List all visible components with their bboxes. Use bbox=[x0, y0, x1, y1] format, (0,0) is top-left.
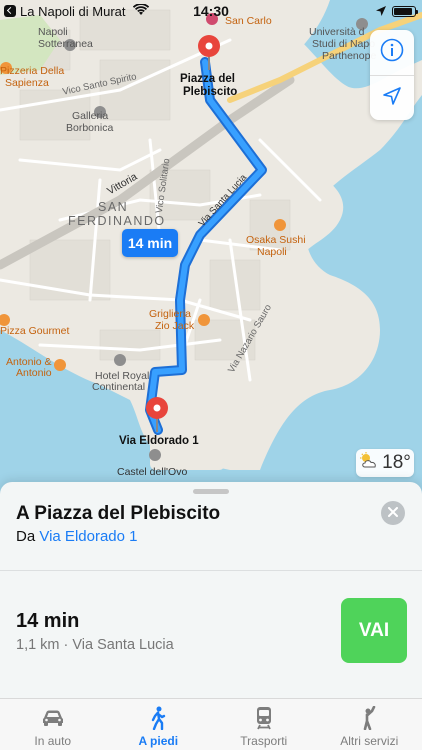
navigation-arrow-icon bbox=[382, 86, 402, 111]
close-icon bbox=[388, 504, 398, 522]
track-location-button[interactable] bbox=[370, 76, 414, 121]
car-icon bbox=[41, 706, 65, 730]
destination-pin-label-2[interactable]: Plebiscito bbox=[183, 85, 237, 99]
tab-more-services-label: Altri servizi bbox=[340, 734, 399, 748]
tab-drive[interactable]: In auto bbox=[0, 699, 106, 750]
partly-cloudy-icon bbox=[359, 452, 379, 474]
map-label-universita: Università d bbox=[309, 26, 365, 38]
weather-widget[interactable]: 18° bbox=[356, 449, 414, 477]
battery-fill bbox=[394, 8, 412, 15]
go-button[interactable]: VAI bbox=[341, 598, 407, 663]
close-button[interactable] bbox=[381, 501, 405, 525]
wifi-icon bbox=[132, 2, 149, 19]
train-icon bbox=[255, 706, 273, 730]
route-eta: 14 min bbox=[16, 610, 80, 632]
tab-walk[interactable]: A piedi bbox=[106, 699, 212, 750]
map-label-galleria: Galleria bbox=[72, 110, 109, 122]
map-label-parthenope: Parthenope bbox=[322, 50, 377, 62]
tab-walk-label: A piedi bbox=[138, 734, 179, 748]
map-label-griglieria: Griglieria bbox=[149, 308, 192, 320]
go-label: VAI bbox=[358, 619, 390, 641]
origin-prefix: Da bbox=[16, 528, 36, 545]
back-app-name: La Napoli di Murat bbox=[20, 3, 126, 19]
destination-pin-label[interactable]: Piazza del bbox=[180, 72, 235, 86]
hailing-person-icon bbox=[360, 706, 378, 730]
back-to-app[interactable]: La Napoli di Murat bbox=[0, 2, 150, 19]
map-label-osaka-napoli: Napoli bbox=[257, 246, 287, 258]
map-label-sapienza: Sapienza bbox=[5, 77, 49, 89]
location-arrow-icon bbox=[376, 4, 386, 19]
sheet-divider bbox=[0, 570, 422, 571]
tab-drive-label: In auto bbox=[34, 734, 72, 748]
map-label-castel-dell-ovo: Castel dell'Ovo bbox=[117, 466, 188, 478]
map-label-napoli: Napoli bbox=[38, 26, 68, 38]
map-label-continental: Continental bbox=[92, 381, 146, 393]
status-bar: La Napoli di Murat 14:30 bbox=[0, 0, 422, 22]
origin-link[interactable]: Via Eldorado 1 bbox=[39, 528, 137, 545]
walking-icon bbox=[149, 706, 167, 730]
destination-title: A Piazza del Plebiscito bbox=[16, 503, 221, 524]
sheet-grabber[interactable] bbox=[193, 489, 229, 494]
route-time-text: 14 min bbox=[127, 235, 173, 251]
map-label-antonio-2: Antonio bbox=[16, 367, 52, 379]
map-label-pizza-gourmet: Pizza Gourmet bbox=[0, 325, 70, 337]
route-details: 1,1 km · Via Santa Lucia bbox=[16, 637, 174, 653]
map-label-borbonica: Borbonica bbox=[66, 122, 114, 134]
map-label-pizzeria: Pizzeria Della bbox=[0, 65, 65, 77]
transport-tab-bar: In auto A piedi Trasporti Altri servizi bbox=[0, 698, 422, 750]
route-time-badge[interactable]: 14 min bbox=[122, 229, 178, 257]
map-label-osaka-sushi: Osaka Sushi bbox=[246, 234, 306, 246]
info-icon bbox=[380, 38, 404, 67]
map-label-san: SAN bbox=[98, 200, 129, 214]
tab-transit[interactable]: Trasporti bbox=[211, 699, 317, 750]
map-controls bbox=[370, 30, 414, 120]
map-label-sotterranea: Sotterranea bbox=[38, 38, 93, 50]
map-label-studi: Studi di Napo bbox=[312, 38, 376, 50]
back-chevron-icon bbox=[4, 5, 16, 17]
info-button[interactable] bbox=[370, 30, 414, 75]
origin-line: Da Via Eldorado 1 bbox=[16, 528, 138, 545]
origin-pin-label[interactable]: Via Eldorado 1 bbox=[119, 434, 199, 448]
battery-icon bbox=[392, 6, 418, 17]
weather-temperature: 18° bbox=[382, 452, 411, 473]
tab-more-services[interactable]: Altri servizi bbox=[317, 699, 422, 750]
map-label-zio-jack: Zio Jack bbox=[155, 320, 195, 332]
map-label-ferdinando: FERDINANDO bbox=[68, 214, 166, 228]
tab-transit-label: Trasporti bbox=[240, 734, 288, 748]
